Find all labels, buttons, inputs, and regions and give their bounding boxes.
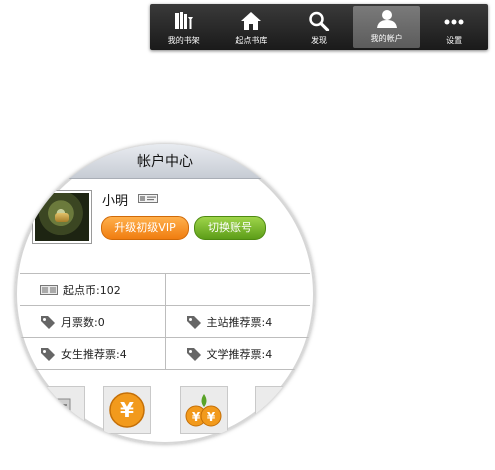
nav-item-settings[interactable]: 设置 — [420, 4, 488, 50]
coins-value: 起点币:102 — [63, 283, 121, 297]
avatar[interactable] — [32, 190, 92, 244]
nav-item-bookshelf[interactable]: 我的书架 — [150, 4, 218, 50]
nav-label: 发现 — [310, 36, 327, 45]
action-tile[interactable] — [255, 386, 303, 434]
tag-icon — [41, 347, 55, 361]
literature-recommend-value: 文学推荐票:4 — [206, 347, 273, 361]
monthly-votes-value: 月票数:0 — [61, 315, 105, 329]
search-icon — [307, 9, 331, 33]
tag-icon — [41, 315, 55, 329]
literature-recommend-cell[interactable]: 文学推荐票:4 — [164, 338, 311, 369]
stats-row: 起点币:102 — [20, 274, 310, 306]
stats-row: 月票数:0 主站推荐票:4 — [20, 306, 310, 338]
empty-cell — [164, 274, 311, 305]
bookshelf-icon — [172, 9, 196, 33]
female-recommend-cell[interactable]: 女生推荐票:4 — [20, 338, 165, 369]
nav-item-library[interactable]: 起点书库 — [218, 4, 286, 50]
svg-text:¥: ¥ — [192, 410, 201, 424]
user-icon — [375, 7, 399, 31]
tag-icon — [186, 347, 201, 361]
page-title: 帐户中心 — [137, 154, 193, 170]
stats-row: 女生推荐票:4 文学推荐票:4 — [20, 338, 310, 370]
nav-label: 我的书架 — [167, 36, 200, 45]
female-recommend-value: 女生推荐票:4 — [61, 347, 127, 361]
id-card-icon — [138, 194, 158, 203]
svg-text:¥: ¥ — [207, 410, 216, 424]
nav-label: 起点书库 — [235, 36, 268, 45]
monthly-votes-cell[interactable]: 月票数:0 — [20, 306, 165, 337]
nav-label: 我的帐户 — [370, 34, 403, 43]
username: 小明 — [102, 194, 129, 209]
coins-reward-icon: ¥ ¥ — [185, 394, 222, 427]
main-recommend-cell[interactable]: 主站推荐票:4 — [164, 306, 311, 337]
switch-account-button[interactable]: 切换账号 — [194, 216, 266, 240]
reward-tile[interactable]: ¥ ¥ — [180, 386, 228, 434]
home-icon — [239, 9, 263, 33]
recharge-tile[interactable]: ¥ — [103, 386, 151, 434]
document-icon — [51, 398, 71, 422]
more-icon — [442, 9, 466, 33]
svg-text:¥: ¥ — [120, 398, 134, 422]
magnified-account-panel: 帐户中心 小明 升级初级VIP 切换账号 起点币:102 月票数:0 主站推荐票… — [15, 144, 315, 444]
tag-icon — [186, 315, 201, 329]
nav-item-my-account[interactable]: 我的帐户 — [352, 6, 421, 48]
nav-item-discover[interactable]: 发现 — [285, 4, 353, 50]
action-tile[interactable] — [37, 386, 85, 434]
coins-cell[interactable]: 起点币:102 — [20, 274, 165, 305]
account-stats-grid: 起点币:102 月票数:0 主站推荐票:4 女生推荐票:4 文学推荐票:4 — [20, 273, 310, 370]
nav-label: 设置 — [446, 36, 463, 45]
title-bar: 帐户中心 — [15, 144, 315, 179]
upgrade-vip-button[interactable]: 升级初级VIP — [101, 216, 189, 240]
main-recommend-value: 主站推荐票:4 — [206, 315, 273, 329]
top-navigation-bar: 我的书架 起点书库 发现 我的帐户 设置 — [150, 4, 488, 50]
coin-book-icon — [40, 284, 58, 295]
avatar-image — [35, 193, 89, 241]
coin-icon: ¥ — [109, 392, 145, 428]
